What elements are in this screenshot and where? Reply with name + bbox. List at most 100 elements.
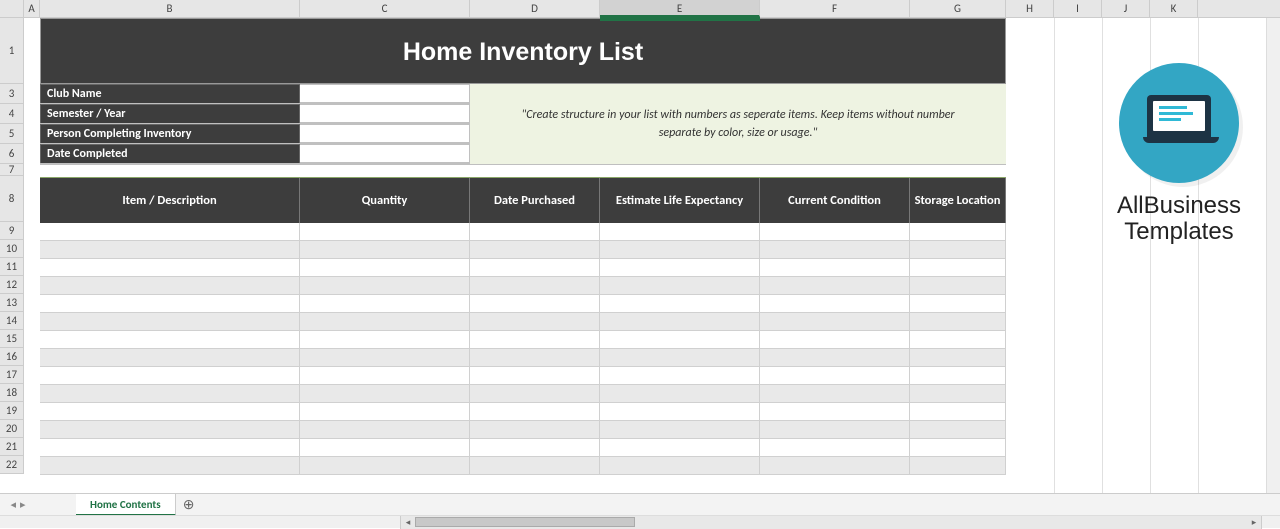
row-header-9[interactable]: 9 [0, 222, 23, 240]
table-cell[interactable] [470, 403, 600, 420]
row-header-10[interactable]: 10 [0, 240, 23, 258]
table-cell[interactable] [760, 457, 910, 474]
table-cell[interactable] [600, 331, 760, 348]
row-header-7[interactable]: 7 [0, 164, 23, 176]
table-cell[interactable] [40, 385, 300, 402]
table-cell[interactable] [760, 313, 910, 330]
table-cell[interactable] [600, 259, 760, 276]
table-cell[interactable] [760, 403, 910, 420]
table-cell[interactable] [300, 457, 470, 474]
table-row[interactable] [40, 259, 1006, 277]
meta-value-input[interactable] [300, 84, 470, 103]
table-cell[interactable] [470, 367, 600, 384]
row-header-17[interactable]: 17 [0, 366, 23, 384]
sheet-tab-home-contents[interactable]: Home Contents [76, 494, 176, 516]
table-row[interactable] [40, 223, 1006, 241]
table-cell[interactable] [470, 313, 600, 330]
table-cell[interactable] [760, 367, 910, 384]
table-cell[interactable] [910, 403, 1006, 420]
row-header-8[interactable]: 8 [0, 176, 23, 222]
table-cell[interactable] [300, 223, 470, 240]
column-header-H[interactable]: H [1006, 0, 1054, 17]
table-cell[interactable] [470, 385, 600, 402]
table-cell[interactable] [40, 277, 300, 294]
table-cell[interactable] [300, 385, 470, 402]
table-cell[interactable] [600, 385, 760, 402]
column-header-G[interactable]: G [910, 0, 1006, 17]
table-cell[interactable] [760, 385, 910, 402]
scrollbar-thumb[interactable] [415, 517, 635, 527]
column-header-B[interactable]: B [40, 0, 300, 17]
row-header-14[interactable]: 14 [0, 312, 23, 330]
table-cell[interactable] [300, 295, 470, 312]
add-sheet-button[interactable]: ⊕ [176, 496, 202, 513]
table-row[interactable] [40, 313, 1006, 331]
column-header-D[interactable]: D [470, 0, 600, 17]
table-cell[interactable] [40, 403, 300, 420]
table-cell[interactable] [910, 295, 1006, 312]
table-cell[interactable] [470, 277, 600, 294]
table-cell[interactable] [300, 313, 470, 330]
column-headers[interactable]: ABCDEFGHIJK [0, 0, 1280, 18]
scroll-right-icon[interactable]: ▸ [1247, 516, 1261, 529]
table-cell[interactable] [760, 439, 910, 456]
table-cell[interactable] [40, 223, 300, 240]
table-cell[interactable] [40, 421, 300, 438]
table-cell[interactable] [600, 295, 760, 312]
table-cell[interactable] [600, 403, 760, 420]
table-cell[interactable] [910, 367, 1006, 384]
table-cell[interactable] [300, 241, 470, 258]
table-row[interactable] [40, 457, 1006, 475]
table-cell[interactable] [40, 367, 300, 384]
table-cell[interactable] [600, 421, 760, 438]
table-cell[interactable] [40, 295, 300, 312]
table-cell[interactable] [40, 349, 300, 366]
table-cell[interactable] [910, 385, 1006, 402]
table-cell[interactable] [470, 457, 600, 474]
table-row[interactable] [40, 385, 1006, 403]
table-cell[interactable] [760, 277, 910, 294]
table-cell[interactable] [40, 331, 300, 348]
table-cell[interactable] [470, 421, 600, 438]
row-header-22[interactable]: 22 [0, 456, 23, 474]
column-header-I[interactable]: I [1054, 0, 1102, 17]
table-cell[interactable] [910, 313, 1006, 330]
spreadsheet-grid[interactable]: Home Inventory List Club NameSemester / … [24, 18, 1280, 498]
column-header-K[interactable]: K [1150, 0, 1198, 17]
row-header-5[interactable]: 5 [0, 124, 23, 144]
table-cell[interactable] [600, 349, 760, 366]
table-cell[interactable] [600, 439, 760, 456]
table-row[interactable] [40, 421, 1006, 439]
table-cell[interactable] [910, 241, 1006, 258]
table-cell[interactable] [760, 223, 910, 240]
row-header-20[interactable]: 20 [0, 420, 23, 438]
table-cell[interactable] [40, 241, 300, 258]
column-header-A[interactable]: A [24, 0, 40, 17]
table-cell[interactable] [470, 241, 600, 258]
chevron-left-icon[interactable]: ◂ [10, 498, 16, 511]
table-cell[interactable] [470, 439, 600, 456]
table-row[interactable] [40, 367, 1006, 385]
table-cell[interactable] [910, 259, 1006, 276]
table-cell[interactable] [910, 349, 1006, 366]
row-header-4[interactable]: 4 [0, 104, 23, 124]
table-cell[interactable] [600, 367, 760, 384]
table-cell[interactable] [760, 421, 910, 438]
table-cell[interactable] [600, 241, 760, 258]
table-cell[interactable] [910, 421, 1006, 438]
column-header-E[interactable]: E [600, 0, 760, 17]
meta-value-input[interactable] [300, 104, 470, 123]
meta-value-input[interactable] [300, 144, 470, 163]
table-cell[interactable] [470, 223, 600, 240]
row-header-18[interactable]: 18 [0, 384, 23, 402]
table-cell[interactable] [300, 403, 470, 420]
meta-value-input[interactable] [300, 124, 470, 143]
table-row[interactable] [40, 295, 1006, 313]
table-cell[interactable] [300, 367, 470, 384]
table-cell[interactable] [760, 349, 910, 366]
table-row[interactable] [40, 439, 1006, 457]
table-cell[interactable] [300, 331, 470, 348]
row-header-19[interactable]: 19 [0, 402, 23, 420]
table-cell[interactable] [760, 295, 910, 312]
table-row[interactable] [40, 277, 1006, 295]
